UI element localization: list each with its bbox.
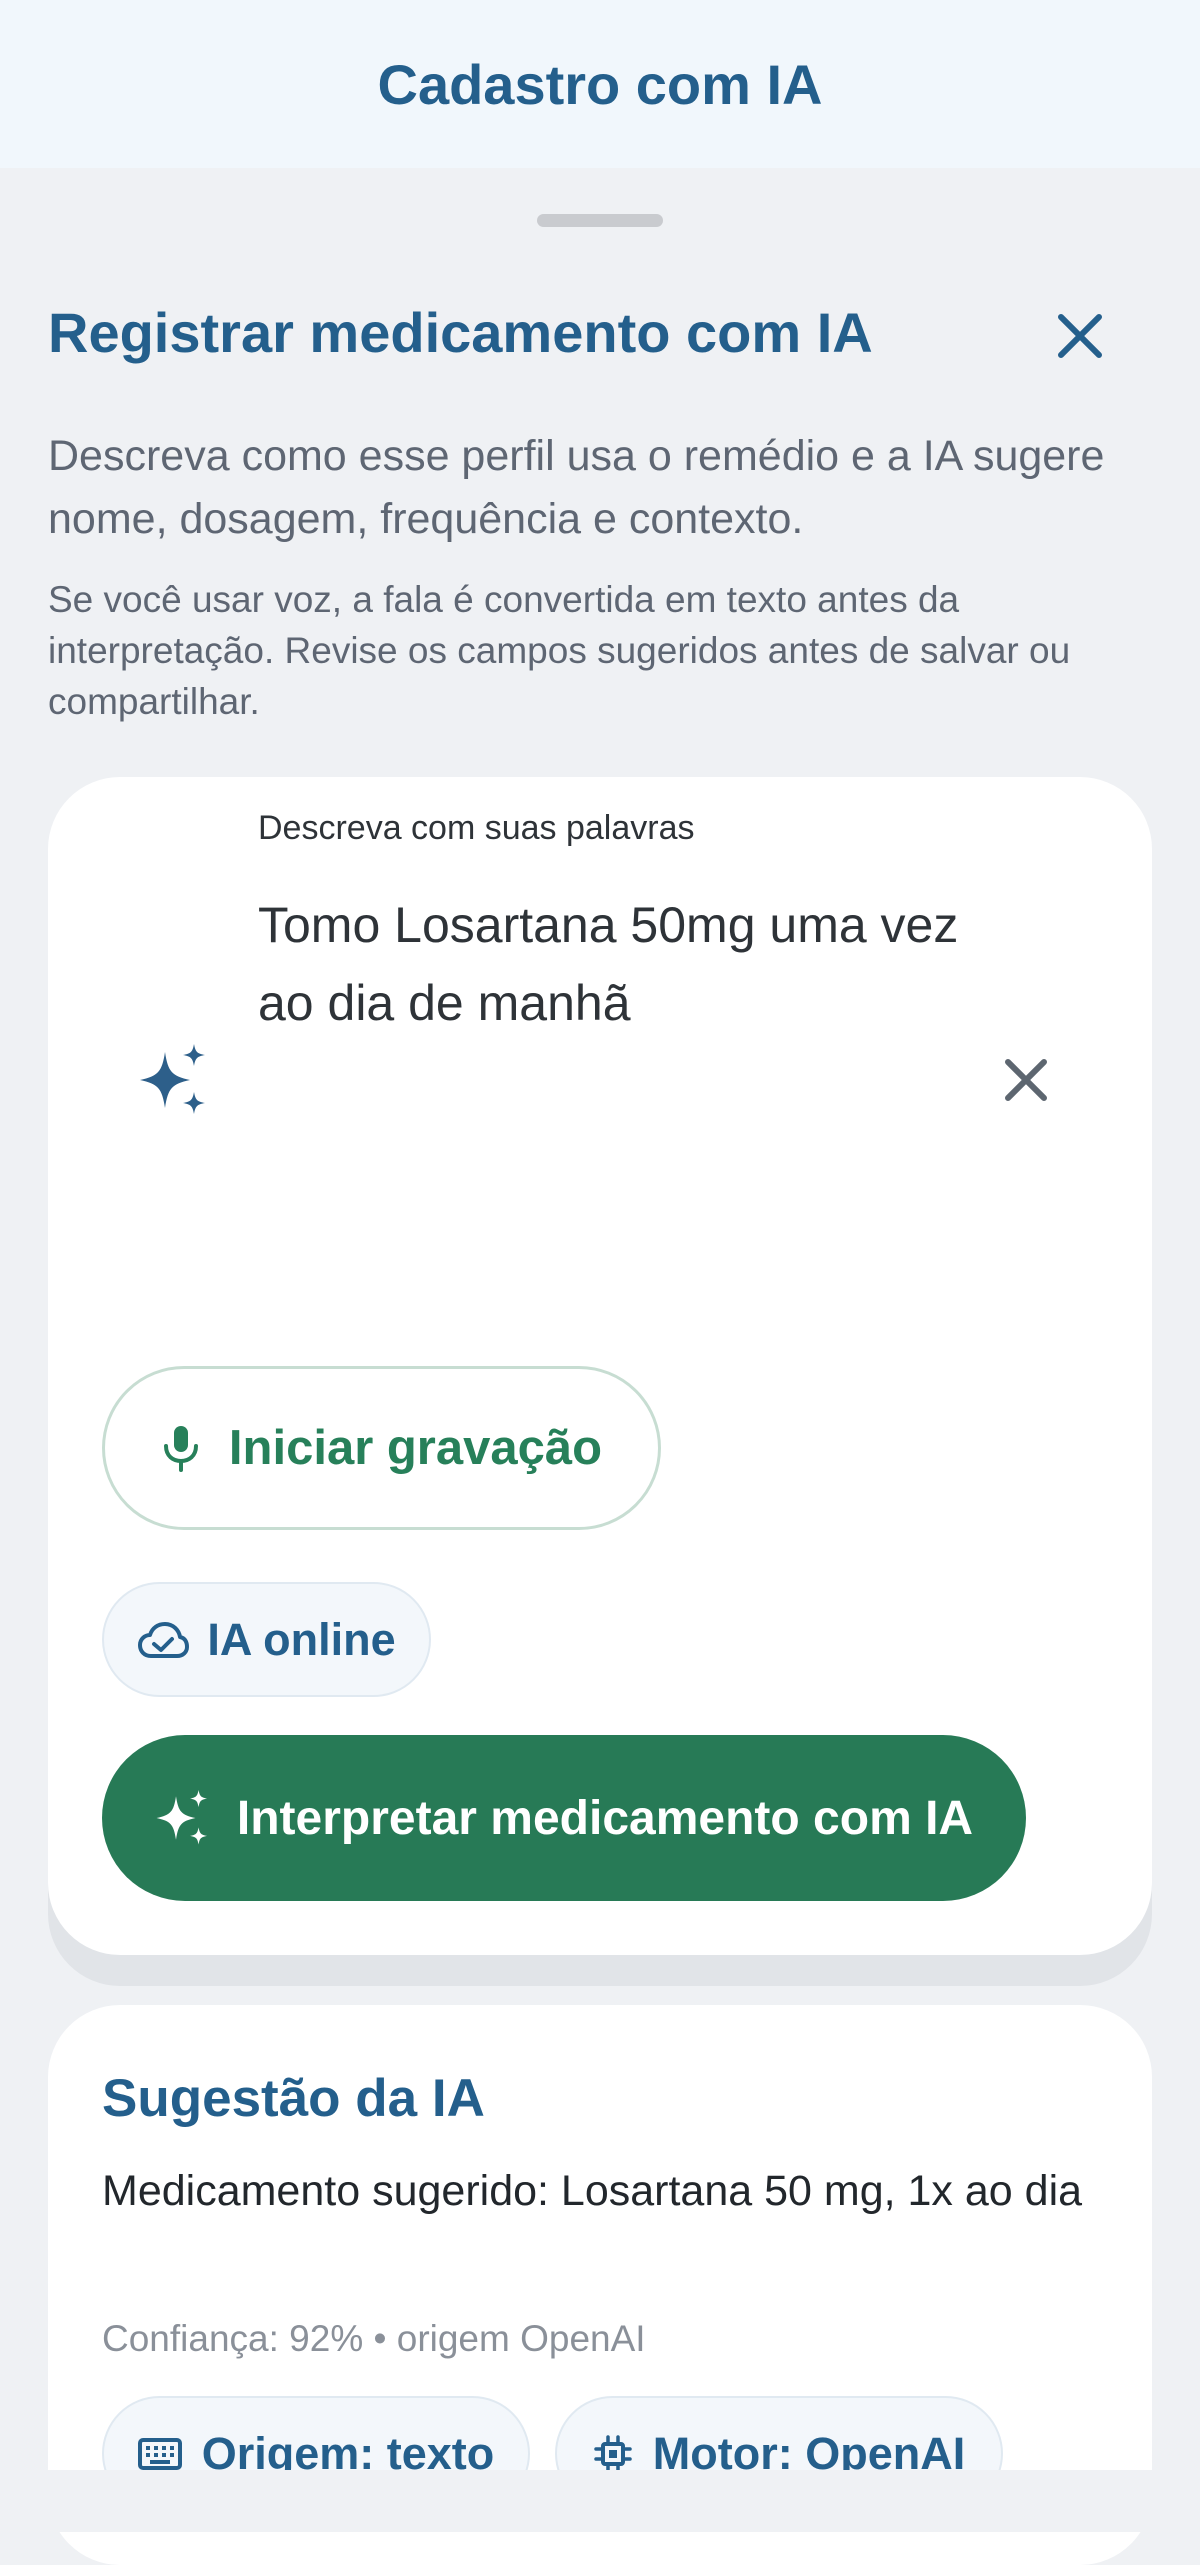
mic-icon [163, 1426, 198, 1472]
bottom-inset [0, 2470, 1200, 2532]
ai-status-label: IA online [207, 1613, 396, 1665]
sheet-title: Registrar medicamento com IA [48, 301, 873, 364]
sheet-description: Descreva como esse perfil usa o remédio … [48, 432, 1105, 543]
close-icon [1058, 314, 1102, 358]
description-field-label: Descreva com suas palavras [258, 809, 695, 847]
suggestion-title: Sugestão da IA [102, 2069, 485, 2128]
clear-input-button[interactable] [990, 1044, 1062, 1116]
sparkle-icon [156, 1790, 208, 1845]
start-recording-button[interactable]: Iniciar gravação [102, 1366, 661, 1530]
keyboard-icon [137, 2437, 182, 2470]
suggestion-confidence: Confiança: 92% • origem OpenAI [102, 2318, 646, 2359]
chip-icon [594, 2434, 632, 2473]
voice-note: Se você usar voz, a fala é convertida em… [48, 579, 1071, 722]
description-field[interactable]: Tomo Losartana 50mg uma vez ao dia de ma… [258, 886, 998, 1042]
app-bar-title: Cadastro com IA [377, 52, 823, 116]
sheet-drag-handle[interactable] [537, 214, 663, 227]
interpret-medication-button[interactable]: Interpretar medicamento com IA [102, 1735, 1026, 1901]
app-bar: Cadastro com IA [0, 0, 1200, 168]
ai-status-chip: IA online [102, 1582, 431, 1697]
close-sheet-button[interactable] [1040, 300, 1120, 372]
sparkle-icon [140, 1044, 205, 1114]
interpret-medication-label: Interpretar medicamento com IA [236, 1791, 974, 1845]
cloud-check-icon [138, 1621, 190, 1658]
suggestion-text: Medicamento sugerido: Losartana 50 mg, 1… [102, 2167, 1083, 2215]
start-recording-label: Iniciar gravação [228, 1421, 603, 1475]
close-icon [1005, 1059, 1047, 1101]
